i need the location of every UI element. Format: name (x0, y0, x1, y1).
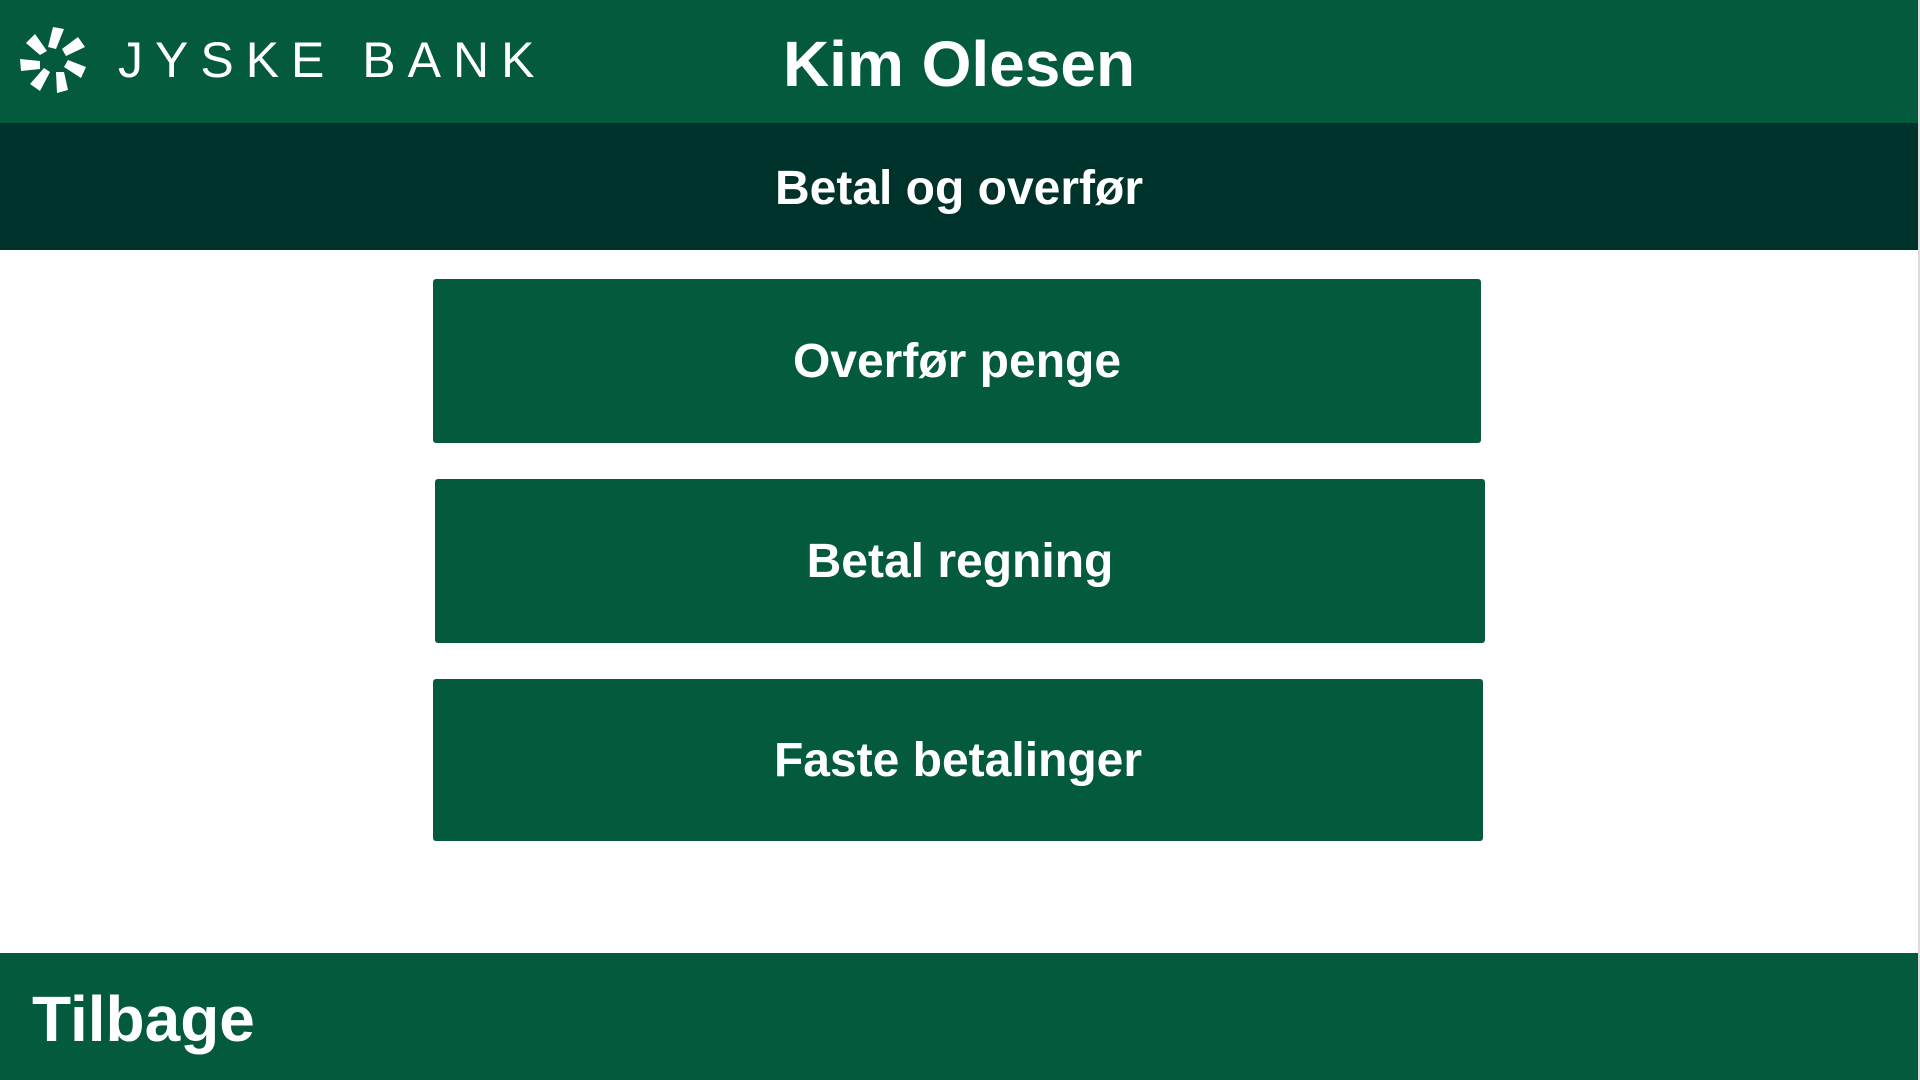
user-name-text: Kim Olesen (782, 28, 1136, 100)
pay-bill-label: Betal regning (806, 534, 1114, 588)
page-title: Betal og overfør (774, 162, 1144, 215)
back-button[interactable]: Tilbage (32, 981, 255, 1057)
transfer-money-label: Overfør penge (792, 334, 1122, 388)
top-bar: JYSKE BANK Kim Olesen (0, 0, 1918, 123)
pay-bill-button[interactable]: Betal regning (435, 479, 1485, 643)
transfer-money-button[interactable]: Overfør penge (433, 279, 1481, 443)
section-header: Betal og overfør (0, 123, 1918, 250)
user-name: Kim Olesen (0, 26, 1918, 102)
atm-screen: JYSKE BANK Kim Olesen Betal og overfør O… (0, 0, 1920, 1080)
fixed-payments-label: Faste betalinger (773, 733, 1143, 787)
fixed-payments-button[interactable]: Faste betalinger (433, 679, 1483, 841)
bottom-bar: Tilbage (0, 953, 1918, 1080)
